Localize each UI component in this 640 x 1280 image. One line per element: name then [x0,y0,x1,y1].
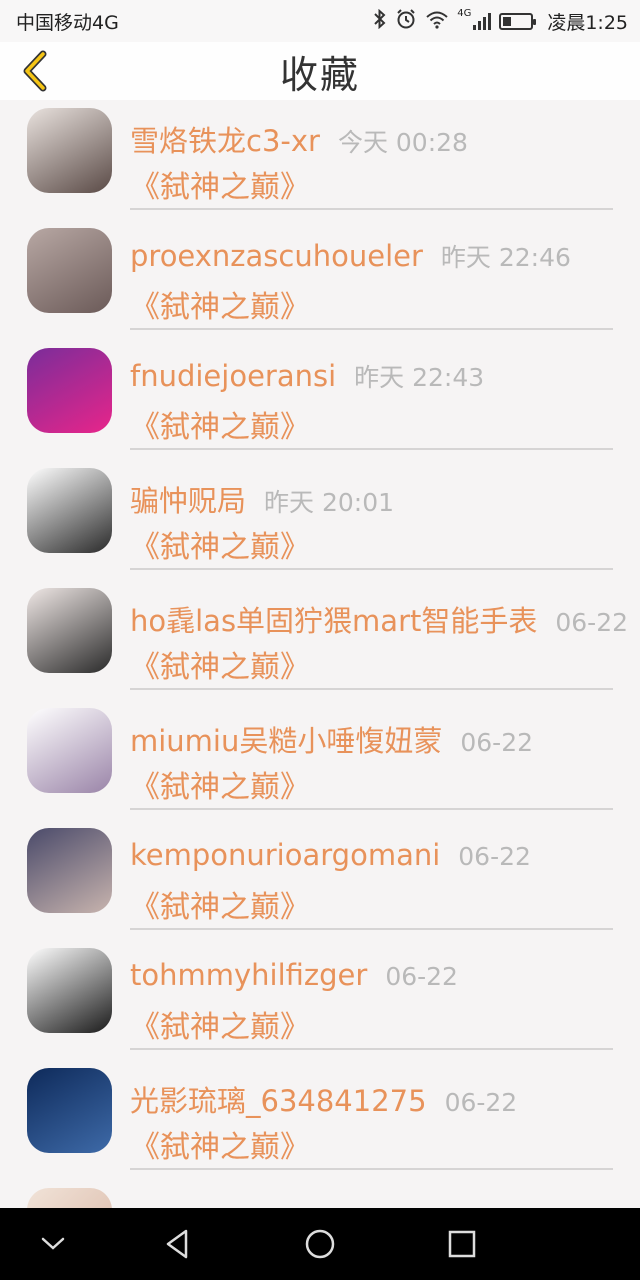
avatar[interactable] [27,348,112,433]
recents-button[interactable] [442,1224,482,1264]
timestamp: 06-22 [555,608,629,637]
bluetooth-icon [373,8,387,34]
book-title[interactable]: 《弑神之巅》 [130,522,310,566]
avatar[interactable] [27,588,112,673]
user-name[interactable]: fnudiejoeransi [130,359,336,393]
user-name[interactable]: 雪烙铁龙c3-xr [130,118,320,160]
wifi-icon [425,9,449,34]
book-title[interactable]: 《弑神之巅》 [130,402,310,446]
page-title: 收藏 [279,52,360,97]
avatar[interactable] [27,948,112,1033]
user-name[interactable]: tohmmyhilfizger [130,958,367,992]
divider [130,1048,613,1050]
user-name[interactable]: kemponurioargomani [130,838,440,872]
avatar[interactable] [27,828,112,913]
clock: 凌晨1:25 [547,11,628,34]
avatar[interactable] [27,1068,112,1153]
user-name[interactable]: proexnzascuhoueler [130,239,423,273]
timestamp: 今天 00:28 [337,128,468,157]
timestamp: 06-22 [458,842,531,871]
list-item[interactable]: kemponurioargomani 06-22 《弑神之巅》 [0,820,640,940]
battery-icon [499,12,537,30]
list-item[interactable]: miumiu吴糙小唾愎妞蒙 06-22 《弑神之巅》 [0,700,640,820]
favorites-list[interactable]: 雪烙铁龙c3-xr 今天 00:28 《弑神之巅》 proexnzascuhou… [0,100,640,1208]
chevron-down-icon [41,1237,65,1250]
user-name[interactable]: 光影琉璃_634841275 [130,1078,427,1120]
carrier-label: 中国移动4G [16,11,119,34]
list-item[interactable]: 光影琉璃_634841275 06-22 《弑神之巅》 [0,1060,640,1180]
avatar[interactable] [27,108,112,193]
list-item[interactable]: tohmmyhilfizger 06-22 《弑神之巅》 [0,940,640,1060]
book-title[interactable]: 《弑神之巅》 [130,762,310,806]
square-recents-icon [448,1230,476,1258]
avatar[interactable] [27,468,112,553]
timestamp: 06-22 [444,1088,518,1117]
home-button[interactable] [300,1224,340,1264]
timestamp: 06-22 [460,728,534,757]
chevron-left-icon [23,50,47,92]
user-name[interactable]: miumiu吴糙小唾愎妞蒙 [130,718,442,760]
list-item[interactable]: 雪烙铁龙c3-xr 今天 00:28 《弑神之巅》 [0,100,640,220]
signal-icon [473,12,492,30]
book-title[interactable]: 《弑神之巅》 [130,882,310,926]
status-icons: 4G 凌晨1:25 [373,8,628,35]
triangle-back-icon [166,1229,188,1259]
hide-keyboard-button[interactable] [33,1224,73,1264]
list-item[interactable]: ho毳las单固狞猥mart智能手表 06-22 《弑神之巅》 [0,580,640,700]
divider [130,928,613,930]
avatar[interactable] [27,1188,112,1208]
network-type-label: 4G [457,7,472,19]
avatar[interactable] [27,708,112,793]
timestamp: 昨天 22:46 [440,243,571,272]
timestamp: 06-22 [385,962,458,991]
book-title[interactable]: 《弑神之巅》 [130,1002,310,1046]
divider [130,808,613,810]
user-name[interactable]: ho毳las单固狞猥mart智能手表 [130,598,537,640]
divider [130,688,613,690]
book-title[interactable]: 《弑神之巅》 [130,162,310,206]
list-item[interactable]: 骗忡贶局 昨天 20:01 《弑神之巅》 [0,460,640,580]
navigation-bar [0,1208,640,1280]
book-title[interactable]: 《弑神之巅》 [130,1122,310,1166]
divider [130,448,613,450]
divider [130,1168,613,1170]
book-title[interactable]: 《弑神之巅》 [130,282,310,326]
title-bar: 收藏 [0,42,640,100]
avatar[interactable] [27,228,112,313]
circle-home-icon [305,1229,335,1259]
list-item[interactable]: fnudiejoeransi 昨天 22:43 《弑神之巅》 [0,340,640,460]
divider [130,568,613,570]
alarm-icon [395,8,417,35]
back-button[interactable] [14,50,54,92]
user-name[interactable]: 骗忡贶局 [130,478,246,520]
back-nav-button[interactable] [158,1224,198,1264]
status-bar: 中国移动4G 4G 凌晨1:25 [0,0,640,42]
timestamp: 昨天 20:01 [264,488,395,517]
divider [130,328,613,330]
list-item[interactable]: proexnzascuhoueler 昨天 22:46 《弑神之巅》 [0,220,640,340]
divider [130,208,613,210]
timestamp: 昨天 22:43 [354,363,485,392]
list-item-partial[interactable] [0,1180,640,1208]
book-title[interactable]: 《弑神之巅》 [130,642,310,686]
